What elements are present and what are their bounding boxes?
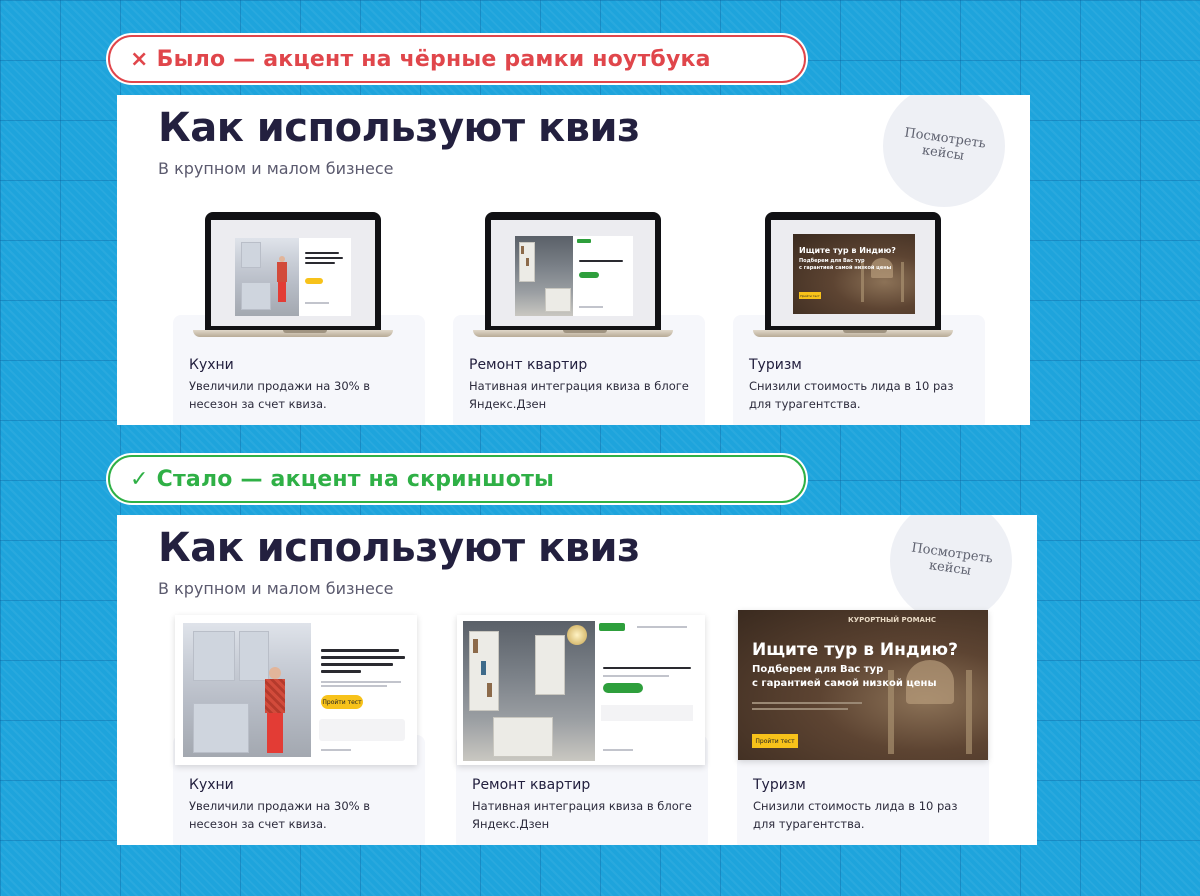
tourism-cta: Пройти тест xyxy=(799,292,821,299)
card-title: Ремонт квартир xyxy=(472,777,591,793)
card-title: Туризм xyxy=(753,777,806,793)
renovation-screenshot xyxy=(515,236,573,316)
tourism-sub2: с гарантией самой низкой цены xyxy=(799,265,892,271)
renovation-screenshot-large xyxy=(457,615,705,765)
cross-icon: × xyxy=(130,46,149,72)
check-icon: ✓ xyxy=(130,466,149,492)
card-text: Увеличили продажи на 30% в несезон за сч… xyxy=(189,799,370,831)
card-text: Увеличили продажи на 30% в несезон за сч… xyxy=(189,379,370,411)
card-text: Нативная интеграция квиза в блоге Яндекс… xyxy=(472,799,692,831)
section-title: Как используют квиз xyxy=(158,525,640,571)
tourism-screenshot: Ищите тур в Индию? Подберем для Вас тур … xyxy=(793,234,915,314)
tourism-brand: КУРОРТНЫЙ РОМАНС xyxy=(848,616,936,624)
card-title: Кухни xyxy=(189,777,234,793)
view-cases-button[interactable]: Посмотреть кейсы xyxy=(883,95,1005,207)
section-title: Как используют квиз xyxy=(158,105,640,151)
view-cases-label: Посмотреть кейсы xyxy=(910,540,994,579)
tourism-headline: Ищите тур в Индию? xyxy=(752,640,958,660)
section-subtitle: В крупном и малом бизнесе xyxy=(158,159,394,178)
view-cases-button[interactable]: Посмотреть кейсы xyxy=(890,515,1012,622)
card-title: Ремонт квартир xyxy=(469,357,588,373)
card-text: Снизили стоимость лида в 10 раз для тура… xyxy=(753,799,958,831)
kitchen-screenshot-large: Пройти тест xyxy=(175,615,417,765)
tourism-cta: Пройти тест xyxy=(752,734,798,748)
before-label-text: Было — акцент на чёрные рамки ноутбука xyxy=(156,46,711,72)
before-panel: Как используют квиз В крупном и малом би… xyxy=(117,95,1030,425)
card-text: Снизили стоимость лида в 10 раз для тура… xyxy=(749,379,954,411)
card-title: Туризм xyxy=(749,357,802,373)
tourism-sub2: с гарантией самой низкой цены xyxy=(752,678,937,689)
after-label-text: Стало — акцент на скриншоты xyxy=(156,466,555,492)
kitchen-screenshot xyxy=(235,238,299,316)
view-cases-label: Посмотреть кейсы xyxy=(903,125,987,164)
card-title: Кухни xyxy=(189,357,234,373)
tourism-sub1: Подберем для Вас тур xyxy=(752,664,884,675)
kitchen-cta: Пройти тест xyxy=(321,695,363,709)
section-subtitle: В крупном и малом бизнесе xyxy=(158,579,394,598)
after-label: ✓ Стало — акцент на скриншоты xyxy=(108,455,806,503)
tourism-screenshot-large: КУРОРТНЫЙ РОМАНС Ищите тур в Индию? Подб… xyxy=(738,610,988,760)
before-label: × Было — акцент на чёрные рамки ноутбука xyxy=(108,35,806,83)
kitchen-cta-label: Пройти тест xyxy=(322,698,362,706)
card-text: Нативная интеграция квиза в блоге Яндекс… xyxy=(469,379,689,411)
tourism-sub1: Подберем для Вас тур xyxy=(799,258,865,264)
tourism-headline: Ищите тур в Индию? xyxy=(799,246,896,255)
after-panel: Как используют квиз В крупном и малом би… xyxy=(117,515,1037,845)
